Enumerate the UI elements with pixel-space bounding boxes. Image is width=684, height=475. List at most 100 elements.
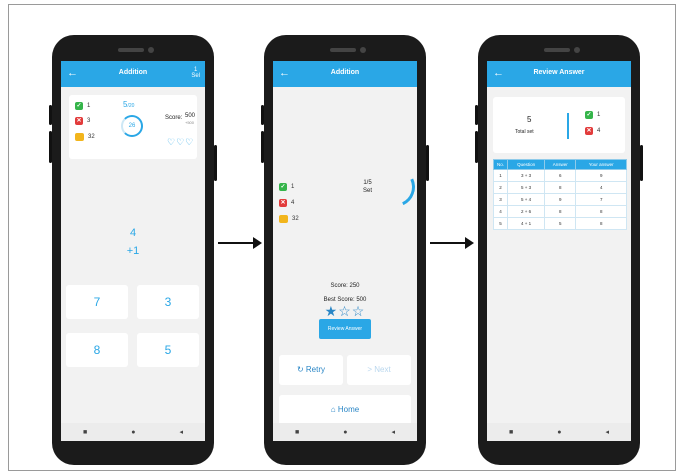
table-row: 3 5 + 4 9 7 (493, 193, 627, 206)
phone-button (475, 131, 478, 163)
table-cell: 9 (575, 169, 627, 182)
circle-icon[interactable]: ● (557, 429, 561, 436)
answer-option[interactable]: 5 (137, 333, 199, 367)
phone-button (49, 105, 52, 125)
review-answer-button[interactable]: Review Answer (319, 319, 371, 339)
table-cell: 5 (493, 217, 508, 230)
total-set-value: 5 (527, 115, 532, 124)
score-text: Score: 250 (330, 283, 360, 289)
table-cell: 8 (544, 181, 577, 194)
next-button[interactable]: > Next (347, 355, 411, 385)
retry-button[interactable]: ↻ Retry (279, 355, 343, 385)
question-progress: 5/20 (123, 100, 134, 109)
wrong-value: 4 (597, 128, 601, 134)
column-header: Answer (544, 159, 577, 170)
column-header: Question (506, 159, 546, 170)
app-bar: ← Addition 1 Sel (61, 61, 205, 87)
column-header: No. (493, 159, 508, 170)
square-icon[interactable]: ■ (295, 429, 299, 436)
app-bar: ← Review Answer (487, 61, 631, 87)
screen: ← Addition ✓ 1 ✕ 4 32 1/5 Set Score: 250… (273, 61, 417, 441)
answer-option[interactable]: 7 (66, 285, 128, 319)
phone-review-screen: ← Review Answer 5 Total set ✓ 1 ✕ 4 No. … (475, 35, 643, 465)
screen-title: Addition (330, 69, 360, 76)
check-icon: ✓ (279, 183, 287, 191)
square-icon[interactable]: ■ (83, 429, 87, 436)
phone-button (475, 105, 478, 125)
home-button[interactable]: ⌂ Home (279, 395, 411, 425)
check-icon: ✓ (585, 111, 593, 119)
coin-count: 32 (279, 215, 299, 223)
score-value: 500 (185, 113, 196, 119)
question-addend: +1 (126, 245, 140, 257)
phone-button (261, 131, 264, 163)
check-icon: ✓ (75, 102, 83, 110)
back-triangle-icon[interactable]: ◂ (391, 428, 395, 436)
phone-camera (574, 47, 580, 53)
set-progress: 1/5 Set (363, 179, 372, 195)
table-row: 2 5 + 3 8 4 (493, 181, 627, 194)
summary-card: 5 Total set ✓ 1 ✕ 4 (493, 97, 625, 153)
star-rating-icon: ★☆☆ (324, 303, 366, 319)
system-nav-bar: ■ ● ◂ (61, 423, 205, 441)
table-cell: 4 (575, 181, 627, 194)
phone-speaker (118, 48, 144, 52)
back-triangle-icon[interactable]: ◂ (605, 428, 609, 436)
correct-count: ✓ 1 (75, 102, 90, 110)
set-label: Set (363, 188, 373, 194)
table-cell: 8 (575, 217, 627, 230)
progress-arc (369, 161, 417, 213)
answer-option[interactable]: 8 (66, 333, 128, 367)
set-menu-button[interactable]: 1 Sel (191, 67, 200, 79)
total-set-label: Total set (515, 129, 534, 135)
wrong-count: ✕ 4 (279, 199, 294, 207)
table-cell: 5 + 4 (506, 193, 546, 206)
system-nav-bar: ■ ● ◂ (273, 423, 417, 441)
table-cell: 4 + 1 (506, 217, 546, 230)
correct-value: 1 (291, 184, 295, 190)
coins-icon (279, 215, 288, 223)
phone-result-screen: ← Addition ✓ 1 ✕ 4 32 1/5 Set Score: 250… (261, 35, 429, 465)
table-row: 5 4 + 1 5 8 (493, 217, 627, 230)
phone-camera (360, 47, 366, 53)
square-icon[interactable]: ■ (509, 429, 513, 436)
screen-title: Addition (118, 69, 148, 76)
answer-option[interactable]: 3 (137, 285, 199, 319)
screen: ← Review Answer 5 Total set ✓ 1 ✕ 4 No. … (487, 61, 631, 441)
column-header: Your answer (575, 159, 627, 170)
cross-icon: ✕ (279, 199, 287, 207)
coins-icon (75, 133, 84, 141)
phone-question-screen: ← Addition 1 Sel ✓ 1 ✕ 3 32 5/20 26 Scor… (49, 35, 217, 465)
table-cell: 2 + 6 (506, 205, 546, 218)
correct-count: ✓ 1 (279, 183, 294, 191)
circle-icon[interactable]: ● (343, 429, 347, 436)
phone-button (426, 145, 429, 181)
table-cell: 5 (544, 217, 577, 230)
review-table: No. Question Answer Your answer 1 3 + 3 … (493, 159, 627, 230)
table-cell: 3 (493, 193, 508, 206)
phone-button (261, 105, 264, 125)
wrong-value: 3 (87, 118, 91, 124)
coins-value: 32 (292, 216, 299, 222)
screen-title: Review Answer (533, 69, 585, 76)
table-row: 1 3 + 3 6 9 (493, 169, 627, 182)
table-cell: 9 (544, 193, 577, 206)
correct-count: ✓ 1 (585, 111, 600, 119)
coin-count: 32 (75, 133, 95, 141)
phone-button (49, 131, 52, 163)
question-operand: 4 (129, 227, 137, 239)
table-cell: 2 (493, 181, 508, 194)
correct-value: 1 (87, 103, 91, 109)
status-card: ✓ 1 ✕ 3 32 5/20 26 Score: 500 +500 ♡♡♡ (69, 95, 197, 159)
back-triangle-icon[interactable]: ◂ (179, 428, 183, 436)
circle-icon[interactable]: ● (131, 429, 135, 436)
table-row: 4 2 + 6 8 8 (493, 205, 627, 218)
flow-arrow (430, 237, 474, 249)
lives-hearts-icon: ♡♡♡ (167, 137, 195, 147)
table-cell: 7 (575, 193, 627, 206)
phone-speaker (544, 48, 570, 52)
phone-speaker (330, 48, 356, 52)
table-cell: 6 (544, 169, 577, 182)
table-cell: 8 (544, 205, 577, 218)
correct-value: 1 (597, 112, 601, 118)
